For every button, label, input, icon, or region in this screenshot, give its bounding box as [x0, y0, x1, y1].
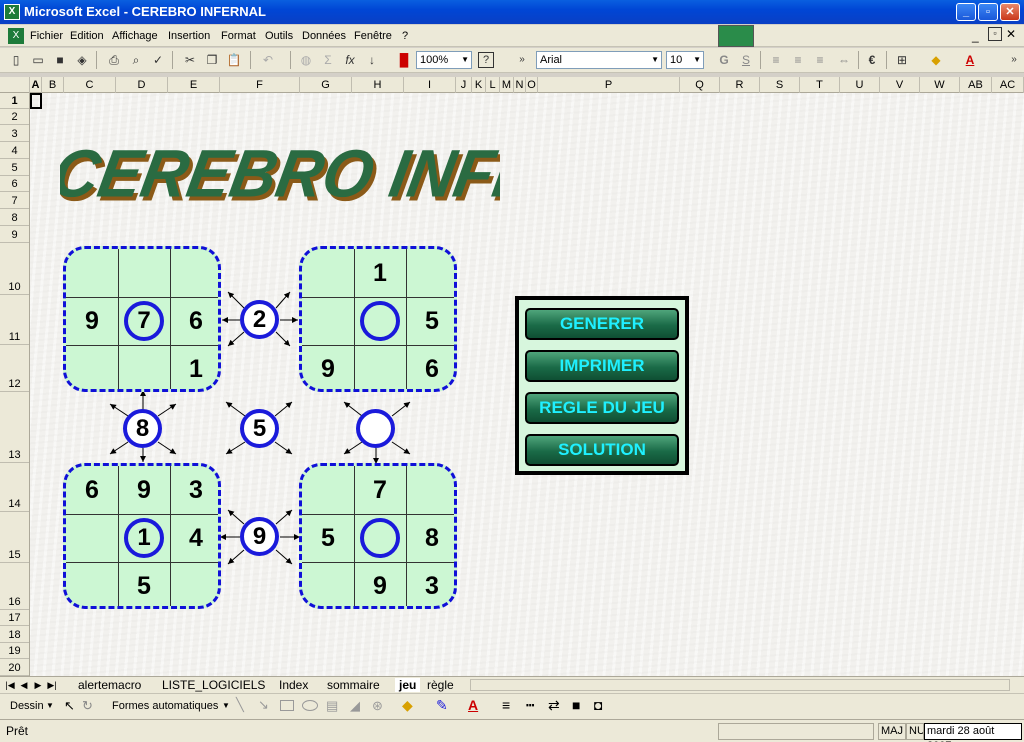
connector-ring-bottom[interactable]: 9: [240, 517, 279, 556]
solution-button[interactable]: SOLUTION: [525, 434, 679, 466]
center-ring[interactable]: [360, 301, 400, 341]
diagram-icon[interactable]: ⊛: [372, 698, 383, 714]
grid-bottom-right: 7 5 8 9 3: [299, 463, 457, 609]
rotate-icon[interactable]: ↻: [82, 698, 93, 714]
chevron-down-icon: ▼: [46, 701, 54, 710]
grid-cell[interactable]: [170, 249, 218, 297]
regle-du-jeu-button[interactable]: REGLE DU JEU: [525, 392, 679, 424]
grid-cell[interactable]: [406, 466, 454, 514]
autoshapes-menu[interactable]: Formes automatiques: [112, 700, 218, 712]
line-style-icon[interactable]: ≡: [502, 697, 510, 713]
grid-center-cell[interactable]: 7: [118, 297, 170, 345]
grid-cell[interactable]: 8: [406, 514, 454, 562]
grid-center-cell[interactable]: 1: [118, 514, 170, 562]
status-bar: Prêt MAJ NUM mardi 28 août 2007: [0, 719, 1024, 742]
arrow-style-icon[interactable]: ⇄: [548, 697, 560, 714]
status-date: mardi 28 août 2007: [924, 723, 1022, 742]
grid-cell[interactable]: 9: [66, 297, 118, 345]
grid-cell[interactable]: [66, 514, 118, 562]
font-color-icon[interactable]: A: [468, 697, 478, 713]
grid-cell[interactable]: [118, 345, 170, 389]
connector-ring-left[interactable]: 8: [123, 409, 162, 448]
grid-bottom-left: 6 9 3 1 4 5: [63, 463, 221, 609]
status-ready: Prêt: [6, 724, 29, 738]
first-sheet-icon[interactable]: |◀: [4, 678, 16, 692]
grid-cell[interactable]: 6: [66, 466, 118, 514]
chevron-down-icon: ▼: [222, 701, 230, 710]
grid-top-right: 1 5 9 6: [299, 246, 457, 392]
connector-ring-top[interactable]: 2: [240, 300, 279, 339]
caps-lock-indicator: MAJ: [878, 723, 906, 740]
grid-cell[interactable]: 1: [354, 249, 406, 297]
grid-cell[interactable]: 6: [170, 297, 218, 345]
dash-style-icon[interactable]: ┅: [526, 697, 534, 714]
grid-cell[interactable]: 9: [354, 562, 406, 606]
grid-cell[interactable]: [170, 562, 218, 606]
grid-cell[interactable]: [302, 297, 354, 345]
grid-center-cell[interactable]: [354, 297, 406, 345]
grid-cell[interactable]: 5: [302, 514, 354, 562]
tab-regle[interactable]: règle: [427, 678, 454, 692]
excel-window: X Microsoft Excel - CEREBRO INFERNAL _ ▫…: [0, 0, 1024, 742]
tab-liste-logiciels[interactable]: LISTE_LOGICIELS: [162, 678, 265, 692]
grid-cell[interactable]: 7: [354, 466, 406, 514]
grid-cell[interactable]: [302, 562, 354, 606]
line-color-icon[interactable]: ✎: [436, 697, 448, 714]
grid-cell[interactable]: [302, 249, 354, 297]
wordart-icon[interactable]: ◢: [350, 698, 360, 714]
status-panel: [718, 723, 874, 740]
grid-cell[interactable]: [302, 466, 354, 514]
oval-icon[interactable]: [302, 700, 318, 711]
grid-top-left: 9 7 6 1: [63, 246, 221, 392]
grid-cell[interactable]: 9: [302, 345, 354, 389]
num-lock-indicator: NUM: [906, 723, 924, 740]
tab-alertemacro[interactable]: alertemacro: [78, 678, 141, 692]
arrow-icon[interactable]: ↘: [258, 697, 269, 713]
grid-cell[interactable]: [66, 249, 118, 297]
grid-cell[interactable]: [354, 345, 406, 389]
control-panel: GENERER IMPRIMER REGLE DU JEU SOLUTION: [515, 296, 689, 475]
grid-center-cell[interactable]: [354, 514, 406, 562]
grid-cell[interactable]: 5: [406, 297, 454, 345]
dessin-menu[interactable]: Dessin: [10, 700, 44, 712]
grid-cell[interactable]: [406, 249, 454, 297]
fill-color-icon[interactable]: ◆: [402, 697, 413, 714]
next-sheet-icon[interactable]: ▶: [32, 678, 44, 692]
grid-cell[interactable]: [66, 562, 118, 606]
grid-cell[interactable]: 5: [118, 562, 170, 606]
grid-cell[interactable]: 4: [170, 514, 218, 562]
grid-cell[interactable]: 6: [406, 345, 454, 389]
select-pointer-icon[interactable]: ↖: [64, 698, 75, 714]
last-sheet-icon[interactable]: ▶|: [46, 678, 58, 692]
grid-cell[interactable]: 3: [406, 562, 454, 606]
shadow-icon[interactable]: ■: [572, 697, 580, 713]
3d-icon[interactable]: ◘: [594, 697, 602, 713]
rectangle-icon[interactable]: [280, 700, 294, 711]
prev-sheet-icon[interactable]: ◀: [18, 678, 30, 692]
center-ring[interactable]: 7: [124, 301, 164, 341]
generer-button[interactable]: GENERER: [525, 308, 679, 340]
center-ring[interactable]: [360, 518, 400, 558]
imprimer-button[interactable]: IMPRIMER: [525, 350, 679, 382]
horizontal-scrollbar[interactable]: [470, 679, 1010, 691]
textbox-icon[interactable]: ▤: [326, 698, 338, 714]
connector-ring-right[interactable]: [356, 409, 395, 448]
connector-ring-center[interactable]: 5: [240, 409, 279, 448]
center-ring[interactable]: 1: [124, 518, 164, 558]
tab-jeu[interactable]: jeu: [395, 678, 421, 692]
grid-cell[interactable]: 9: [118, 466, 170, 514]
tab-sommaire[interactable]: sommaire: [327, 678, 380, 692]
grid-cell[interactable]: 1: [170, 345, 218, 389]
grid-cell[interactable]: 3: [170, 466, 218, 514]
tab-index[interactable]: Index: [279, 678, 308, 692]
line-icon[interactable]: ╲: [236, 697, 244, 713]
sheet-tabs-bar: |◀ ◀ ▶ ▶| alertemacro LISTE_LOGICIELS In…: [0, 676, 1024, 693]
drawing-toolbar: Dessin ▼ ↖ ↻ Formes automatiques ▼ ╲ ↘ ▤…: [0, 693, 1024, 719]
grid-cell[interactable]: [66, 345, 118, 389]
grid-cell[interactable]: [118, 249, 170, 297]
